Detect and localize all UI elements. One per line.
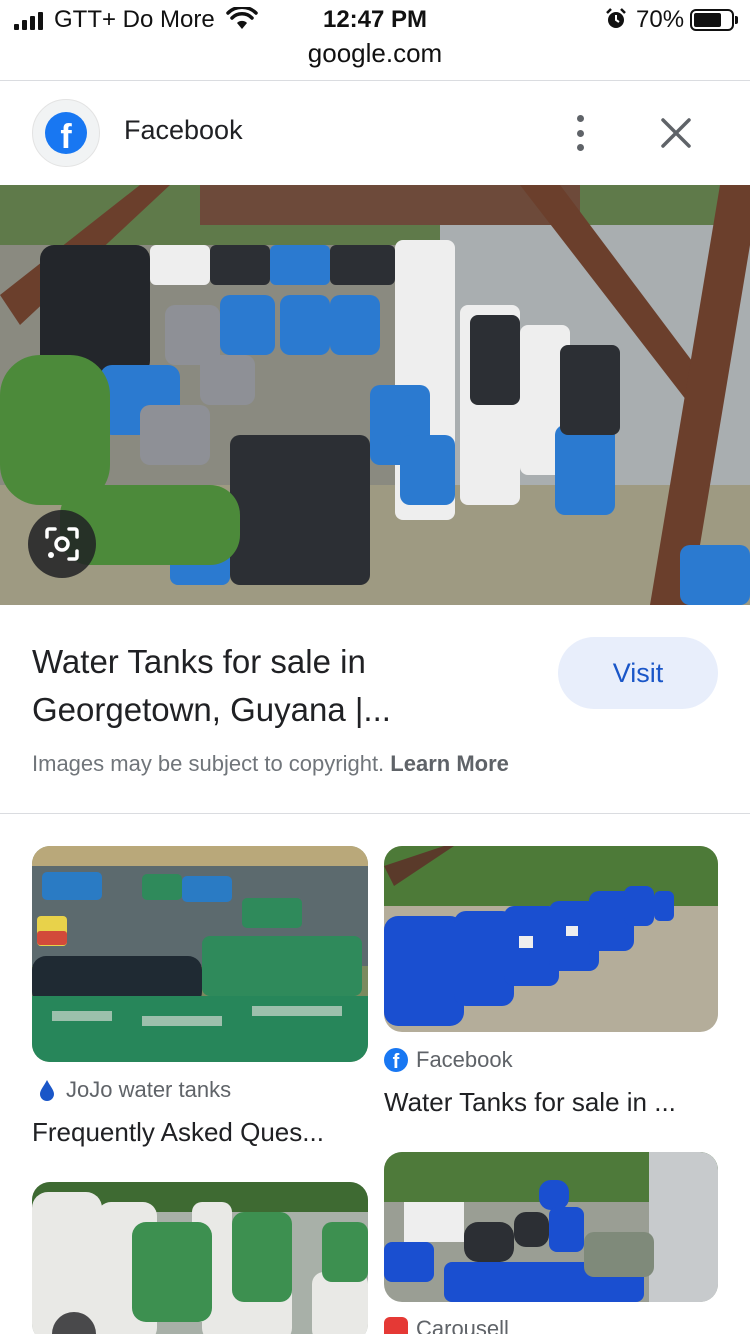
url-bar[interactable]: google.com [0, 38, 750, 69]
battery-icon [690, 9, 738, 31]
related-image-4[interactable] [384, 1152, 718, 1302]
water-drop-icon [40, 1080, 54, 1101]
alarm-icon [606, 8, 626, 28]
result-title[interactable]: Water Tanks for sale in Georgetown, Guya… [32, 638, 532, 734]
source-favicon[interactable]: f [32, 99, 100, 167]
status-bar: GTT+ Do More 12:47 PM 70% google.com [0, 0, 750, 68]
image-search-icon [45, 527, 79, 561]
source-header: f Facebook [0, 81, 750, 185]
related-source-1: JoJo water tanks [36, 1077, 231, 1103]
copyright-notice: Images may be subject to copyright. Lear… [32, 751, 509, 776]
main-result-image[interactable] [0, 185, 750, 605]
lens-search-button[interactable] [28, 510, 96, 578]
related-source-4: Carousell [384, 1316, 509, 1334]
carousell-icon [384, 1317, 408, 1334]
learn-more-link[interactable]: Learn More [390, 751, 509, 776]
battery-percentage: 70% [636, 6, 685, 33]
close-icon[interactable] [654, 111, 698, 155]
facebook-icon: f [384, 1048, 408, 1072]
related-source-2: f Facebook [384, 1047, 513, 1073]
related-image-1[interactable] [32, 846, 368, 1062]
visit-button[interactable]: Visit [558, 637, 718, 709]
related-title-1[interactable]: Frequently Asked Ques... [32, 1117, 324, 1148]
source-name[interactable]: Facebook [124, 115, 243, 146]
related-image-2[interactable] [384, 846, 718, 1032]
facebook-icon: f [45, 112, 87, 154]
related-image-3[interactable] [32, 1182, 368, 1334]
related-title-2[interactable]: Water Tanks for sale in ... [384, 1087, 676, 1118]
more-options-icon[interactable] [566, 113, 594, 153]
section-divider [0, 813, 750, 814]
